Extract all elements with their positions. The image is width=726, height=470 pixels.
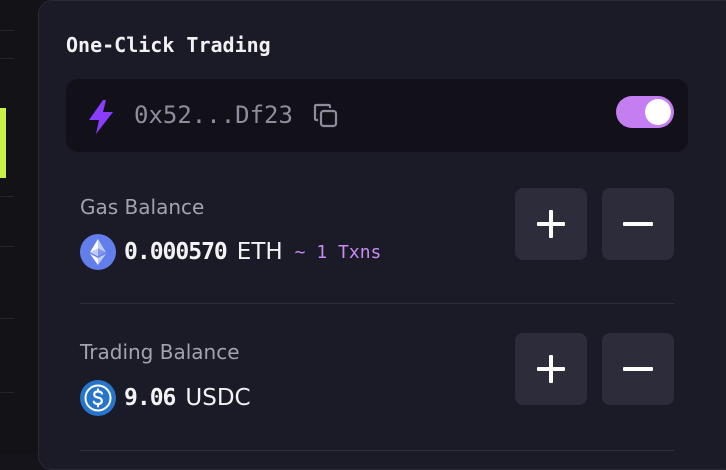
gas-balance-amount: 0.000570 <box>124 239 228 265</box>
wallet-address: 0x52...Df23 <box>134 101 293 129</box>
backdrop-divider <box>0 58 14 59</box>
backdrop-divider <box>0 30 14 31</box>
side-accent-strip <box>0 108 6 178</box>
trading-balance-unit: USDC <box>185 385 251 411</box>
section-divider <box>80 303 674 304</box>
panel-title: One-Click Trading <box>66 33 271 57</box>
toggle-knob <box>645 99 671 125</box>
backdrop-divider <box>0 196 14 197</box>
backdrop-divider <box>0 246 14 247</box>
plus-icon <box>537 210 565 238</box>
copy-icon[interactable] <box>312 102 340 130</box>
add-gas-button[interactable] <box>515 188 587 260</box>
trading-balance-label: Trading Balance <box>80 340 240 364</box>
minus-icon <box>623 367 653 371</box>
remove-gas-button[interactable] <box>602 188 674 260</box>
gas-balance-label: Gas Balance <box>80 195 205 219</box>
add-trading-balance-button[interactable] <box>515 333 587 405</box>
trading-balance-row: 9.06 USDC <box>80 380 251 416</box>
backdrop-divider <box>0 318 14 319</box>
one-click-toggle[interactable] <box>616 96 674 128</box>
ethereum-icon <box>80 234 116 270</box>
gas-balance-unit: ETH <box>236 239 283 265</box>
gas-balance-row: 0.000570 ETH ~ 1 Txns <box>80 234 381 270</box>
lightning-bolt-icon <box>89 100 113 134</box>
trading-balance-amount: 9.06 <box>124 385 176 411</box>
section-divider <box>80 450 674 451</box>
usdc-icon <box>80 380 116 416</box>
plus-icon <box>537 355 565 383</box>
remove-trading-balance-button[interactable] <box>602 333 674 405</box>
tx-estimate: ~ 1 Txns <box>294 241 382 263</box>
backdrop-divider <box>0 392 14 393</box>
minus-icon <box>623 222 653 226</box>
